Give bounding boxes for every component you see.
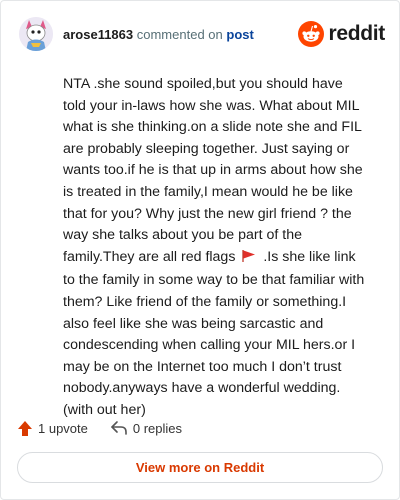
comment-card: arose11863 commented on post reddit NTA … xyxy=(0,0,400,500)
reddit-snoo-icon xyxy=(298,21,325,47)
reply-arrow-icon xyxy=(111,421,127,435)
action-text: commented on xyxy=(136,27,223,42)
comment-header: arose11863 commented on post reddit xyxy=(19,17,385,53)
upvote-arrow-icon xyxy=(18,420,32,436)
comment-body: NTA .she sound spoiled,but you should ha… xyxy=(63,74,369,422)
comment-footer: 1 upvote 0 replies xyxy=(17,417,204,439)
upvote-stat[interactable]: 1 upvote xyxy=(17,420,88,437)
upvote-count: 1 upvote xyxy=(38,420,88,436)
comment-text-part-1: NTA .she sound spoiled,but you should ha… xyxy=(63,76,363,265)
replies-stat[interactable]: 0 replies xyxy=(110,420,182,436)
replies-count: 0 replies xyxy=(132,420,183,436)
red-flag-icon xyxy=(241,249,257,271)
byline: arose11863 commented on post xyxy=(63,27,254,42)
post-link[interactable]: post xyxy=(226,27,253,42)
user-avatar[interactable] xyxy=(19,17,53,51)
username[interactable]: arose11863 xyxy=(63,27,133,42)
reddit-logo[interactable]: reddit xyxy=(298,19,385,49)
comment-text-part-2: .Is she like link to the family in some … xyxy=(63,248,365,418)
brand-wordmark: reddit xyxy=(328,22,385,45)
view-more-button[interactable]: View more on Reddit xyxy=(17,452,383,483)
